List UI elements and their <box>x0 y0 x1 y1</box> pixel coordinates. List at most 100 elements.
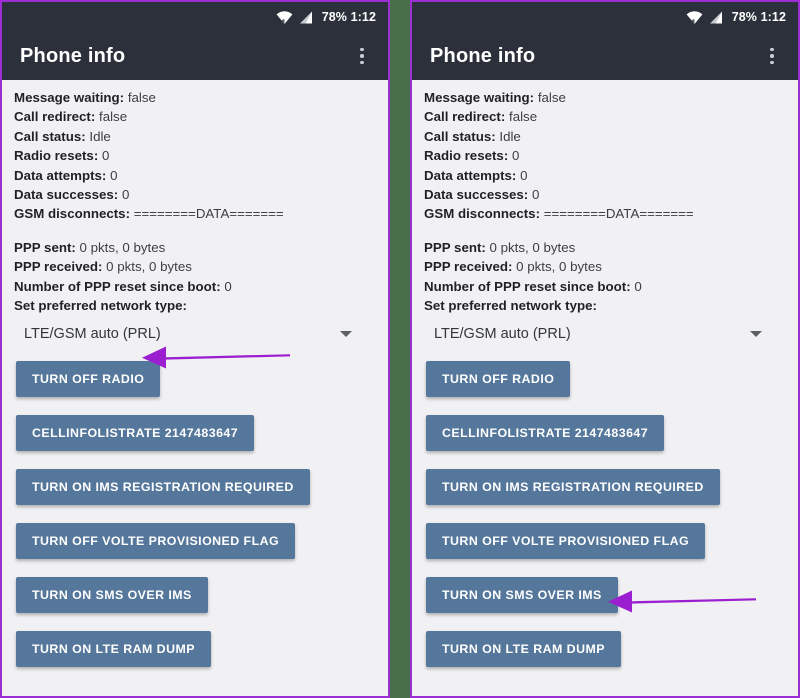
wifi-icon <box>276 10 293 24</box>
info-key: Radio resets: <box>14 148 99 164</box>
overflow-menu-icon[interactable] <box>760 41 784 71</box>
info-value: 0 <box>520 167 528 183</box>
info-row: Data attempts: 0 <box>424 166 786 185</box>
info-key: Call redirect: <box>14 109 96 125</box>
chevron-down-icon <box>750 331 762 338</box>
info-value: 0 <box>634 278 642 294</box>
info-list-group1-left: Message waiting: false Call redirect: fa… <box>2 88 388 315</box>
turn-on-lte-ram-dump-button[interactable]: TURN ON LTE RAM DUMP <box>426 631 621 668</box>
info-row: GSM disconnects: ========DATA======= <box>424 204 786 223</box>
info-value: false <box>537 90 566 105</box>
turn-off-volte-provisioned-flag-button[interactable]: TURN OFF VOLTE PROVISIONED FLAG <box>426 523 706 560</box>
info-value: ========DATA======= <box>133 206 284 222</box>
info-row: Radio resets: 0 <box>424 146 786 165</box>
status-icons-right: 78% 1:12 <box>686 10 786 24</box>
info-value: 0 <box>110 167 118 183</box>
info-row: Radio resets: 0 <box>14 146 376 165</box>
info-value: 0 <box>531 187 540 203</box>
spinner-label: Set preferred network type: <box>14 296 376 315</box>
phone-screenshot-right: 78% 1:12 Phone info Message waiting: fal… <box>410 0 800 698</box>
info-list-group1-right: Message waiting: false Call redirect: fa… <box>412 88 798 315</box>
info-value: Idle <box>89 128 111 144</box>
info-row: Data successes: 0 <box>14 185 376 204</box>
info-key: PPP sent: <box>14 239 76 255</box>
info-row: GSM disconnects: ========DATA======= <box>14 204 376 223</box>
info-row: Message waiting: false <box>14 88 376 107</box>
info-row: Call status: Idle <box>424 127 786 146</box>
app-bar-right: Phone info <box>412 32 798 80</box>
info-row: PPP sent: 0 pkts, 0 bytes <box>424 238 786 257</box>
info-value: 0 pkts, 0 bytes <box>516 259 602 275</box>
info-value: false <box>127 90 156 105</box>
info-value: 0 pkts, 0 bytes <box>106 259 192 275</box>
network-type-value: LTE/GSM auto (PRL) <box>434 326 571 343</box>
phone-screenshot-left: 78% 1:12 Phone info Message waiting: fal… <box>0 0 390 698</box>
overflow-menu-icon[interactable] <box>350 41 374 71</box>
action-button-list-left: TURN OFF RADIO CELLINFOLISTRATE 21474836… <box>2 351 388 685</box>
info-row: Number of PPP reset since boot: 0 <box>14 277 376 296</box>
cellinfolistrate-button[interactable]: CELLINFOLISTRATE 2147483647 <box>426 415 665 452</box>
turn-on-sms-over-ims-button[interactable]: TURN ON SMS OVER IMS <box>16 577 208 614</box>
info-key: Data attempts: <box>424 167 517 183</box>
network-type-spinner[interactable]: LTE/GSM auto (PRL) <box>424 317 786 351</box>
turn-off-radio-button[interactable]: TURN OFF RADIO <box>426 361 571 398</box>
status-text-right: 78% 1:12 <box>731 10 786 24</box>
content-area-right: Message waiting: false Call redirect: fa… <box>412 80 798 696</box>
wifi-icon <box>686 10 703 24</box>
turn-off-volte-provisioned-flag-button[interactable]: TURN OFF VOLTE PROVISIONED FLAG <box>16 523 296 560</box>
cell-signal-icon <box>709 11 723 24</box>
turn-on-ims-registration-required-button[interactable]: TURN ON IMS REGISTRATION REQUIRED <box>16 469 310 506</box>
info-row: Data successes: 0 <box>424 185 786 204</box>
info-key: Call redirect: <box>424 109 506 125</box>
info-key: Radio resets: <box>424 148 509 164</box>
status-text-left: 78% 1:12 <box>321 10 376 24</box>
info-row: Call redirect: false <box>424 107 786 126</box>
network-type-spinner[interactable]: LTE/GSM auto (PRL) <box>14 317 376 351</box>
info-row: Call status: Idle <box>14 127 376 146</box>
cellinfolistrate-button[interactable]: CELLINFOLISTRATE 2147483647 <box>16 415 255 452</box>
info-key: Call status: <box>14 128 86 144</box>
info-value: 0 pkts, 0 bytes <box>79 239 166 255</box>
info-value: ========DATA======= <box>543 206 694 222</box>
info-value: 0 <box>101 148 110 164</box>
info-value: Idle <box>499 128 521 144</box>
info-row: PPP received: 0 pkts, 0 bytes <box>14 257 376 276</box>
content-area-left: Message waiting: false Call redirect: fa… <box>2 80 388 696</box>
info-value: 0 <box>224 278 232 294</box>
info-key: Set preferred network type: <box>424 298 597 314</box>
info-key: PPP sent: <box>424 239 486 255</box>
info-key: GSM disconnects: <box>14 206 130 222</box>
info-key: GSM disconnects: <box>424 206 540 222</box>
info-value: 0 pkts, 0 bytes <box>489 239 576 255</box>
info-key: Data successes: <box>424 187 529 203</box>
comparison-screenshot: 78% 1:12 Phone info Message waiting: fal… <box>0 0 800 698</box>
turn-on-sms-over-ims-button[interactable]: TURN ON SMS OVER IMS <box>426 577 618 614</box>
info-row: PPP sent: 0 pkts, 0 bytes <box>14 238 376 257</box>
turn-on-lte-ram-dump-button[interactable]: TURN ON LTE RAM DUMP <box>16 631 211 668</box>
turn-off-radio-button[interactable]: TURN OFF RADIO <box>16 361 161 398</box>
info-value: false <box>509 109 538 125</box>
app-bar-left: Phone info <box>2 32 388 80</box>
page-title-right: Phone info <box>430 44 536 67</box>
panel-divider <box>390 0 410 698</box>
status-bar-left: 78% 1:12 <box>2 2 388 32</box>
info-row: PPP received: 0 pkts, 0 bytes <box>424 257 786 276</box>
info-value: false <box>99 109 128 125</box>
info-key: Message waiting: <box>424 90 535 105</box>
status-bar-right: 78% 1:12 <box>412 2 798 32</box>
network-type-value: LTE/GSM auto (PRL) <box>24 326 161 343</box>
status-icons-left: 78% 1:12 <box>276 10 376 24</box>
info-key: Message waiting: <box>14 90 125 105</box>
info-key: Number of PPP reset since boot: <box>424 278 631 294</box>
info-row: Data attempts: 0 <box>14 166 376 185</box>
chevron-down-icon <box>340 331 352 338</box>
info-key: Data successes: <box>14 187 119 203</box>
info-row: Call redirect: false <box>14 107 376 126</box>
info-key: Call status: <box>424 128 496 144</box>
page-title-left: Phone info <box>20 44 126 67</box>
turn-on-ims-registration-required-button[interactable]: TURN ON IMS REGISTRATION REQUIRED <box>426 469 720 506</box>
info-key: PPP received: <box>14 259 103 275</box>
info-value: 0 <box>121 187 130 203</box>
